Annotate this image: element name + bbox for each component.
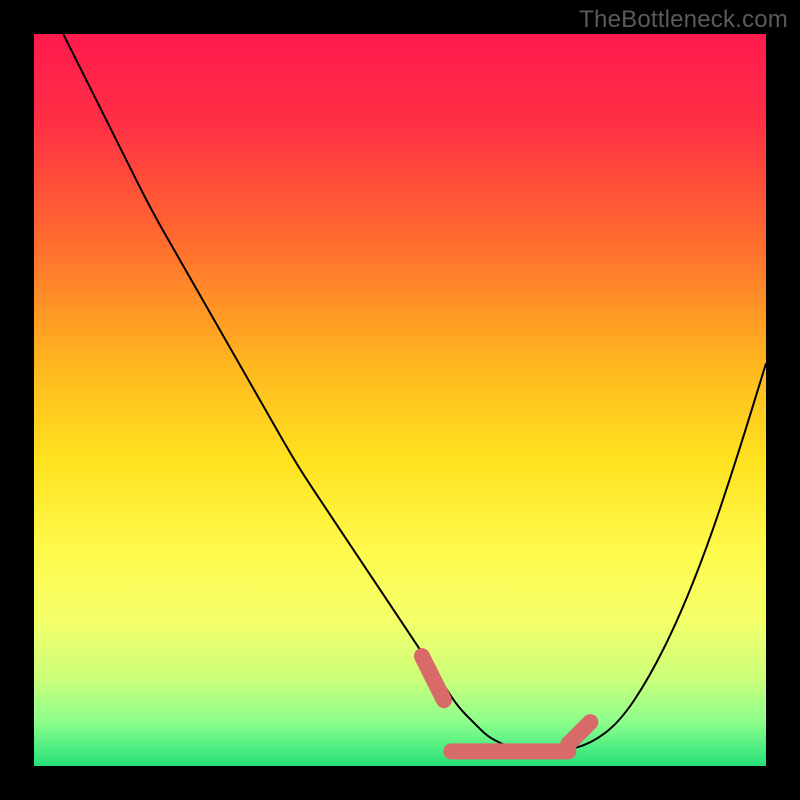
watermark-text: TheBottleneck.com: [579, 6, 788, 34]
chart-container: TheBottleneck.com: [0, 0, 800, 800]
plot-area: [34, 34, 766, 766]
bottleneck-chart: [34, 34, 766, 766]
gradient-background: [34, 34, 766, 766]
